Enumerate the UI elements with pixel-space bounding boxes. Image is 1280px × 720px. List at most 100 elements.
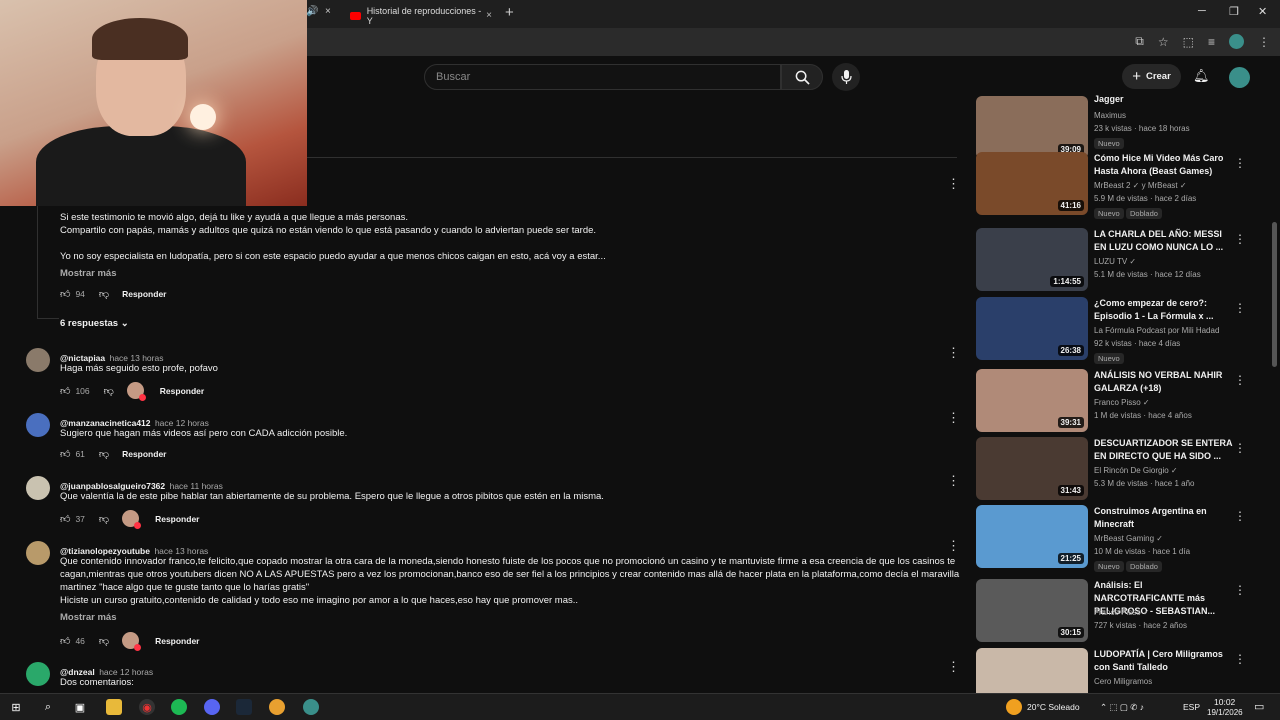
search-icon[interactable]: ⌕ <box>40 699 56 715</box>
app-icon[interactable]: ◉ <box>139 699 155 715</box>
comment-menu-icon[interactable]: ⋮ <box>947 473 960 489</box>
video-channel[interactable]: MrBeast 2 ✓ y MrBeast ✓ <box>1094 181 1187 190</box>
video-channel[interactable]: LUZU TV ✓ <box>1094 257 1136 266</box>
video-channel[interactable]: Cero Miligramos <box>1094 677 1152 686</box>
video-thumbnail[interactable]: 41:16 <box>976 152 1088 215</box>
video-thumbnail[interactable]: 26:38 <box>976 297 1088 360</box>
comment-menu-icon[interactable]: ⋮ <box>947 659 960 675</box>
video-menu-icon[interactable]: ⋮ <box>1234 583 1246 597</box>
video-channel[interactable]: Franco Pisso ✓ <box>1094 398 1150 407</box>
video-title[interactable]: ANÁLISIS NO VERBAL NAHIR GALARZA (+18) <box>1094 369 1234 395</box>
related-video-card[interactable]: 31:43 DESCUARTIZADOR SE ENTERA EN DIRECTO… <box>976 437 1246 503</box>
video-menu-icon[interactable]: ⋮ <box>1234 652 1246 666</box>
notifications-bell-icon[interactable]: 🔔︎ <box>1193 68 1210 84</box>
reply-button[interactable]: Responder <box>122 289 166 299</box>
clock-date[interactable]: 19/1/2026 <box>1207 708 1243 717</box>
chrome-icon[interactable] <box>269 699 285 715</box>
create-button[interactable]: + Crear <box>1122 64 1181 89</box>
browser-menu-icon[interactable]: ⋮ <box>1258 35 1270 49</box>
show-more-button[interactable]: Mostrar más <box>60 612 117 623</box>
video-title[interactable]: Cómo Hice Mi Video Más Caro Hasta Ahora … <box>1094 152 1234 178</box>
avatar[interactable] <box>26 541 50 565</box>
video-channel[interactable]: Franco Pisso ✓ <box>1094 608 1150 617</box>
video-thumbnail[interactable]: 30:15 <box>976 579 1088 642</box>
restore-button[interactable]: ❐ <box>1229 5 1239 18</box>
audio-icon[interactable]: 🔊 <box>306 6 318 17</box>
discord-icon[interactable] <box>204 699 220 715</box>
dislike-icon[interactable]: 👎︎ <box>99 288 109 300</box>
dislike-icon[interactable]: 👎︎ <box>99 635 109 647</box>
video-menu-icon[interactable]: ⋮ <box>1234 232 1246 246</box>
video-thumbnail[interactable]: 21:25 <box>976 505 1088 568</box>
video-title[interactable]: DESCUARTIZADOR SE ENTERA EN DIRECTO QUE … <box>1094 437 1234 463</box>
video-thumbnail[interactable]: 39:31 <box>976 369 1088 432</box>
notification-center-icon[interactable]: ▭ <box>1254 700 1264 713</box>
related-video-card[interactable]: 41:16 Cómo Hice Mi Video Más Caro Hasta A… <box>976 152 1246 219</box>
voice-search-button[interactable] <box>832 63 860 91</box>
comment-menu-icon[interactable]: ⋮ <box>947 345 960 361</box>
video-channel[interactable]: MrBeast Gaming ✓ <box>1094 534 1163 543</box>
avatar[interactable] <box>26 348 50 372</box>
bookmark-star-icon[interactable]: ☆ <box>1158 35 1169 49</box>
dislike-icon[interactable]: 👎︎ <box>99 513 109 525</box>
comment-menu-icon[interactable]: ⋮ <box>947 410 960 426</box>
spotify-icon[interactable] <box>171 699 187 715</box>
like-icon[interactable]: 👍︎ <box>60 288 70 300</box>
install-app-icon[interactable]: ⧉ <box>1135 34 1144 49</box>
avatar[interactable] <box>26 662 50 686</box>
dislike-icon[interactable]: 👎︎ <box>104 385 114 397</box>
video-menu-icon[interactable]: ⋮ <box>1234 441 1246 455</box>
related-video-card[interactable]: 26:38 ¿Como empezar de cero?: Episodio 1 … <box>976 297 1246 364</box>
video-title[interactable]: ¿Como empezar de cero?: Episodio 1 - La … <box>1094 297 1234 323</box>
avatar[interactable] <box>26 476 50 500</box>
reply-button[interactable]: Responder <box>160 386 204 396</box>
steam-icon[interactable] <box>236 699 252 715</box>
like-icon[interactable]: 👍︎ <box>60 513 70 525</box>
like-icon[interactable]: 👍︎ <box>60 635 70 647</box>
task-view-icon[interactable]: ▣ <box>72 699 88 715</box>
video-title[interactable]: Jagger <box>1094 93 1234 106</box>
tab-close-icon[interactable]: × <box>486 10 492 21</box>
replies-toggle[interactable]: 6 respuestas ⌄ <box>60 318 129 329</box>
scrollbar[interactable] <box>1272 222 1277 367</box>
related-video-card[interactable]: 1:14:55 LA CHARLA DEL AÑO: MESSI EN LUZU … <box>976 228 1246 294</box>
new-tab-button[interactable]: + <box>505 4 514 21</box>
like-icon[interactable]: 👍︎ <box>60 448 70 460</box>
close-window-button[interactable]: ✕ <box>1258 5 1267 18</box>
media-control-icon[interactable]: ≡ <box>1208 35 1215 49</box>
video-menu-icon[interactable]: ⋮ <box>1234 373 1246 387</box>
windows-start-icon[interactable]: ⊞ <box>8 699 24 715</box>
video-menu-icon[interactable]: ⋮ <box>1234 156 1246 170</box>
video-menu-icon[interactable]: ⋮ <box>1234 301 1246 315</box>
video-thumbnail[interactable]: 31:43 <box>976 437 1088 500</box>
tab-history[interactable]: Historial de reproducciones - Y × <box>340 3 500 28</box>
show-more-button[interactable]: Mostrar más <box>60 268 117 279</box>
search-input[interactable]: Buscar <box>424 64 781 90</box>
system-tray-icons[interactable]: ⌃ ⬚ ▢ ✆ ♪ <box>1100 702 1144 713</box>
search-button[interactable] <box>781 64 823 90</box>
related-video-card[interactable]: 21:25 Construimos Argentina en Minecraft M… <box>976 505 1246 572</box>
video-channel[interactable]: Maximus <box>1094 111 1126 120</box>
language-indicator[interactable]: ESP <box>1183 702 1200 712</box>
video-title[interactable]: Construimos Argentina en Minecraft <box>1094 505 1234 531</box>
file-explorer-icon[interactable] <box>106 699 122 715</box>
profile-avatar[interactable] <box>1229 34 1244 49</box>
prev-tab-close-icon[interactable]: × <box>325 6 331 17</box>
extensions-icon[interactable]: ⬚ <box>1183 35 1194 49</box>
chrome-profile-icon[interactable] <box>303 699 319 715</box>
like-icon[interactable]: 👍︎ <box>60 385 70 397</box>
comment-menu-icon[interactable]: ⋮ <box>947 176 960 192</box>
dislike-icon[interactable]: 👎︎ <box>99 448 109 460</box>
minimize-button[interactable]: ─ <box>1198 5 1206 17</box>
weather-text[interactable]: 20°C Soleado <box>1027 702 1080 712</box>
reply-button[interactable]: Responder <box>155 636 199 646</box>
video-title[interactable]: LA CHARLA DEL AÑO: MESSI EN LUZU COMO NU… <box>1094 228 1234 254</box>
comment-menu-icon[interactable]: ⋮ <box>947 538 960 554</box>
reply-button[interactable]: Responder <box>155 514 199 524</box>
video-title[interactable]: LUDOPATÍA | Cero Miligramos con Santi Ta… <box>1094 648 1234 674</box>
video-menu-icon[interactable]: ⋮ <box>1234 509 1246 523</box>
reply-button[interactable]: Responder <box>122 449 166 459</box>
video-thumbnail[interactable]: 39:09 <box>976 96 1088 159</box>
related-video-card[interactable]: 30:15 Análisis: El NARCOTRAFICANTE más PE… <box>976 579 1246 645</box>
related-video-card[interactable]: 39:31 ANÁLISIS NO VERBAL NAHIR GALARZA (+… <box>976 369 1246 435</box>
